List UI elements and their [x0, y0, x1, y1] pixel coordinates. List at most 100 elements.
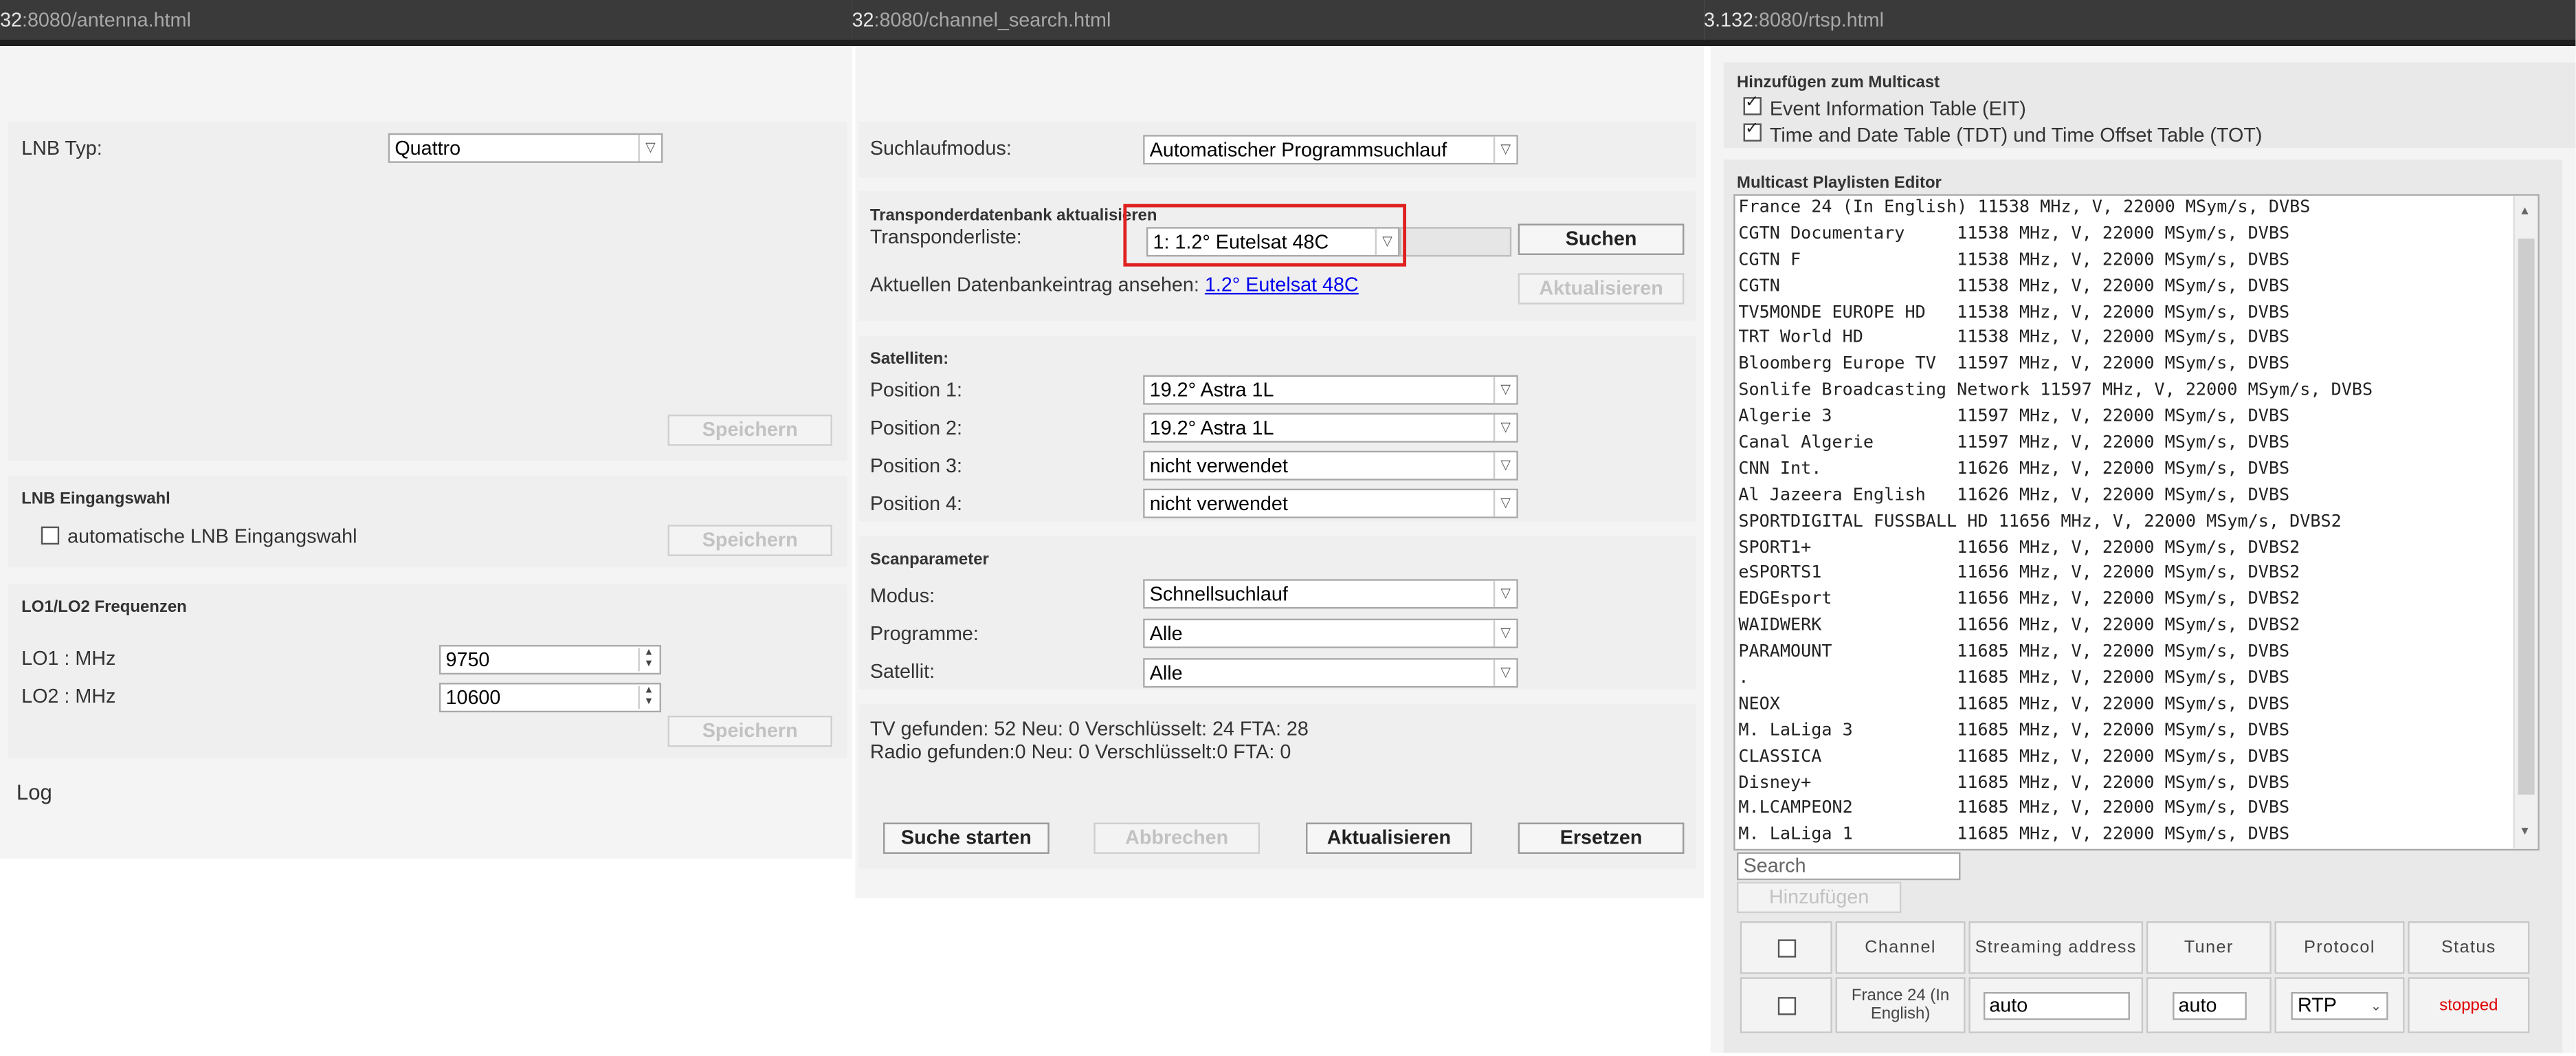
url-host: 32: [852, 8, 874, 32]
select-all-checkbox[interactable]: [1777, 938, 1795, 957]
protocol-select[interactable]: RTP ⌄: [2291, 991, 2388, 1020]
scroll-up-icon[interactable]: ▲: [2518, 199, 2528, 226]
url-path: :8080/antenna.html: [21, 8, 191, 32]
chevron-down-icon: ▽: [1493, 376, 1517, 404]
header-streaming-address: Streaming address: [1968, 921, 2144, 974]
url-host: 32: [0, 8, 22, 32]
streaming-address-input[interactable]: auto: [1982, 991, 2129, 1020]
row-tuner-cell: auto: [2146, 977, 2272, 1033]
position-4-value: nicht verwendet: [1149, 492, 1288, 516]
position-3-value: nicht verwendet: [1149, 454, 1288, 477]
header-channel: Channel: [1835, 921, 1966, 974]
scan-mode-select[interactable]: Automatischer Programmsuchlauf ▽: [1143, 135, 1518, 165]
search-button[interactable]: Suchen: [1518, 223, 1685, 255]
url-path: :8080/rtsp.html: [1753, 8, 1884, 32]
save-button[interactable]: Speichern: [667, 525, 832, 556]
header-tuner: Tuner: [2146, 921, 2272, 974]
lo2-label: LO2 : MHz: [21, 684, 116, 707]
playlist-editor-panel: Multicast Playlisten Editor France 24 (I…: [1723, 160, 2563, 1053]
position-4-select[interactable]: nicht verwendet ▽: [1143, 488, 1518, 518]
row-status-cell: stopped: [2408, 977, 2530, 1033]
playlist-line: Canal Algerie 11597 MHz, V, 22000 MSym/s…: [1738, 432, 2290, 453]
playlist-line: . 11685 MHz, V, 22000 MSym/s, DVBS: [1738, 668, 2290, 688]
db-entry-link[interactable]: 1.2° Eutelsat 48C: [1205, 273, 1359, 296]
playlist-line: NEOX 11685 MHz, V, 22000 MSym/s, DVBS: [1738, 694, 2290, 714]
tv-results-text: TV gefunden: 52 Neu: 0 Verschlüsselt: 24…: [869, 717, 1309, 740]
save-button[interactable]: Speichern: [667, 415, 832, 446]
lnb-type-select[interactable]: Quattro ▽: [388, 133, 663, 163]
lnb-type-label: LNB Typ:: [21, 136, 102, 160]
radio-results-text: Radio gefunden:0 Neu: 0 Verschlüsselt:0 …: [869, 740, 1291, 764]
position-1-select[interactable]: 19.2° Astra 1L ▽: [1143, 375, 1518, 405]
playlist-line: Al Jazeera English 11626 MHz, V, 22000 M…: [1738, 485, 2290, 505]
save-button[interactable]: Speichern: [667, 715, 832, 747]
lo2-input[interactable]: 10600 ▲ ▼: [438, 683, 661, 713]
results-panel: TV gefunden: 52 Neu: 0 Verschlüsselt: 24…: [858, 704, 1696, 869]
programs-param-label: Programme:: [869, 622, 979, 646]
search-placeholder: Search: [1743, 853, 1806, 877]
position-3-label: Position 3:: [869, 454, 963, 477]
scan-params-title: Scanparameter: [869, 551, 989, 569]
playlist-line: SPORT1+ 11656 MHz, V, 22000 MSym/s, DVBS…: [1738, 537, 2300, 558]
satellite-param-select[interactable]: Alle ▽: [1143, 658, 1518, 688]
highlight-box: [1123, 204, 1407, 267]
update-db-button[interactable]: Aktualisieren: [1518, 273, 1685, 305]
add-button[interactable]: Hinzufügen: [1737, 881, 1902, 914]
satellites-title: Satelliten:: [869, 350, 949, 369]
playlist-scrollbar[interactable]: ▲ ▼: [2513, 195, 2538, 849]
lo-frequency-title: LO1/LO2 Frequenzen: [21, 599, 187, 617]
log-label: Log: [16, 780, 52, 805]
row-select-cell: [1740, 977, 1832, 1033]
spinner-icon[interactable]: ▲ ▼: [638, 648, 658, 672]
db-entry-label: Aktuellen Datenbankeintrag ansehen: 1.2°…: [870, 273, 1359, 296]
streaming-address-value: auto: [1989, 993, 2028, 1016]
programs-param-select[interactable]: Alle ▽: [1143, 618, 1518, 648]
lo1-label: LO1 : MHz: [21, 646, 116, 670]
lnb-input-title: LNB Eingangswahl: [21, 490, 170, 509]
lo1-input[interactable]: 9750 ▲ ▼: [438, 645, 661, 675]
tdt-label: Time and Date Table (TDT) und Time Offse…: [1769, 123, 2263, 146]
lnb-input-panel: LNB Eingangswahl automatische LNB Eingan…: [8, 475, 847, 568]
playlist-line: France 24 (In English) 11538 MHz, V, 220…: [1738, 197, 2311, 217]
playlist-line: WAIDWERK 11656 MHz, V, 22000 MSym/s, DVB…: [1738, 615, 2300, 636]
row-select-checkbox[interactable]: [1777, 996, 1795, 1015]
eit-checkbox[interactable]: [1743, 94, 1762, 116]
chevron-down-icon: ▽: [1493, 580, 1517, 608]
url-bar-left[interactable]: 32:8080/antenna.html: [0, 0, 852, 40]
update-results-button[interactable]: Aktualisieren: [1306, 822, 1472, 854]
playlist-line: CGTN F 11538 MHz, V, 22000 MSym/s, DVBS: [1738, 250, 2290, 270]
position-2-label: Position 2:: [869, 416, 963, 439]
transponder-list-label: Transponderliste:: [869, 225, 1022, 249]
position-2-select[interactable]: 19.2° Astra 1L ▽: [1143, 412, 1518, 443]
tuner-input[interactable]: auto: [2171, 991, 2246, 1020]
auto-lnb-checkbox[interactable]: [41, 526, 60, 545]
playlist-line: CNN Int. 11626 MHz, V, 22000 MSym/s, DVB…: [1738, 459, 2290, 479]
multicast-panel: Hinzufügen zum Multicast Event Informati…: [1723, 62, 2576, 148]
spinner-icon[interactable]: ▲ ▼: [638, 685, 658, 710]
scrollbar-thumb[interactable]: [2518, 238, 2535, 795]
row-address-cell: auto: [1968, 977, 2144, 1033]
playlist-line: M.LCAMPEON2 11685 MHz, V, 22000 MSym/s, …: [1738, 798, 2290, 819]
lo2-value: 10600: [445, 685, 501, 710]
replace-button[interactable]: Ersetzen: [1518, 822, 1685, 854]
playlist-line: TV5MONDE EUROPE HD 11538 MHz, V, 22000 M…: [1738, 302, 2290, 322]
position-1-value: 19.2° Astra 1L: [1149, 378, 1274, 402]
scan-mode-param-select[interactable]: Schnellsuchlauf ▽: [1143, 579, 1518, 609]
cancel-search-button[interactable]: Abbrechen: [1093, 822, 1261, 854]
chevron-down-icon: ⌄: [2370, 998, 2382, 1013]
start-search-button[interactable]: Suche starten: [883, 822, 1050, 854]
playlist-editor-title: Multicast Playlisten Editor: [1737, 174, 1942, 192]
url-bar-right[interactable]: 3.132:8080/rtsp.html: [1704, 0, 2576, 40]
playlist-line: TRT World HD 11538 MHz, V, 22000 MSym/s,…: [1738, 328, 2290, 349]
playlist-textarea[interactable]: France 24 (In English) 11538 MHz, V, 220…: [1733, 194, 2540, 851]
lo-frequency-panel: LO1/LO2 Frequenzen LO1 : MHz 9750 ▲ ▼ LO2…: [8, 584, 847, 759]
search-input[interactable]: Search: [1737, 852, 1961, 881]
position-3-select[interactable]: nicht verwendet ▽: [1143, 450, 1518, 481]
chevron-down-icon: ▽: [1493, 415, 1517, 441]
playlist-line: Bloomberg Europe TV 11597 MHz, V, 22000 …: [1738, 354, 2290, 375]
scroll-down-icon[interactable]: ▼: [2518, 820, 2528, 846]
url-bar-mid[interactable]: 32:8080/channel_search.html: [852, 0, 1705, 40]
tdt-checkbox[interactable]: [1743, 120, 1762, 142]
scan-mode-label: Suchlaufmodus:: [869, 136, 1012, 160]
url-bar-divider: [0, 39, 2576, 47]
